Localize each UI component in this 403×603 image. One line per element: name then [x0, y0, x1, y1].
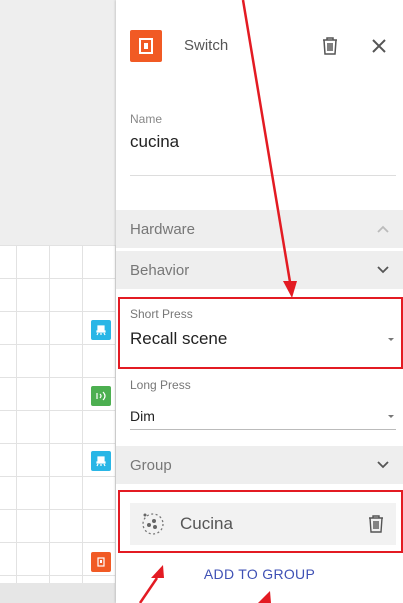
section-group-label: Group: [130, 456, 172, 474]
section-group[interactable]: Group: [116, 446, 403, 484]
add-to-group-button[interactable]: ADD TO GROUP: [116, 566, 403, 582]
canvas-background: [0, 0, 116, 245]
device-type-label: Switch: [184, 37, 229, 54]
long-press-label: Long Press: [130, 378, 191, 392]
trash-icon[interactable]: [317, 33, 343, 59]
close-icon[interactable]: [366, 33, 392, 59]
dropdown-arrow-icon[interactable]: [386, 407, 396, 425]
panel-header: Switch: [116, 0, 403, 95]
chevron-down-icon[interactable]: [363, 460, 403, 470]
long-press-select[interactable]: Long Press Dim: [130, 378, 396, 430]
long-press-underline: [130, 429, 396, 430]
section-behavior[interactable]: Behavior: [116, 251, 403, 289]
canvas-area[interactable]: [0, 0, 116, 603]
section-hardware-label: Hardware: [130, 220, 196, 238]
short-press-highlight: [118, 297, 403, 369]
chevron-up-icon[interactable]: [363, 224, 403, 234]
light-icon[interactable]: [91, 320, 111, 340]
long-press-value: Dim: [130, 408, 155, 424]
name-value[interactable]: cucina: [130, 132, 396, 152]
canvas-footer: [0, 583, 116, 603]
name-field[interactable]: Name cucina: [130, 112, 396, 152]
switch-node-icon[interactable]: [91, 552, 111, 572]
section-behavior-label: Behavior: [130, 261, 190, 279]
light-icon[interactable]: [91, 451, 111, 471]
switch-icon: [130, 30, 162, 62]
name-label: Name: [130, 112, 163, 126]
group-item-highlight: [118, 490, 403, 553]
chevron-down-icon[interactable]: [363, 265, 403, 275]
sensor-icon[interactable]: [91, 386, 111, 406]
section-hardware[interactable]: Hardware: [116, 210, 403, 248]
canvas-grid: [0, 245, 116, 583]
name-underline: [130, 175, 396, 176]
